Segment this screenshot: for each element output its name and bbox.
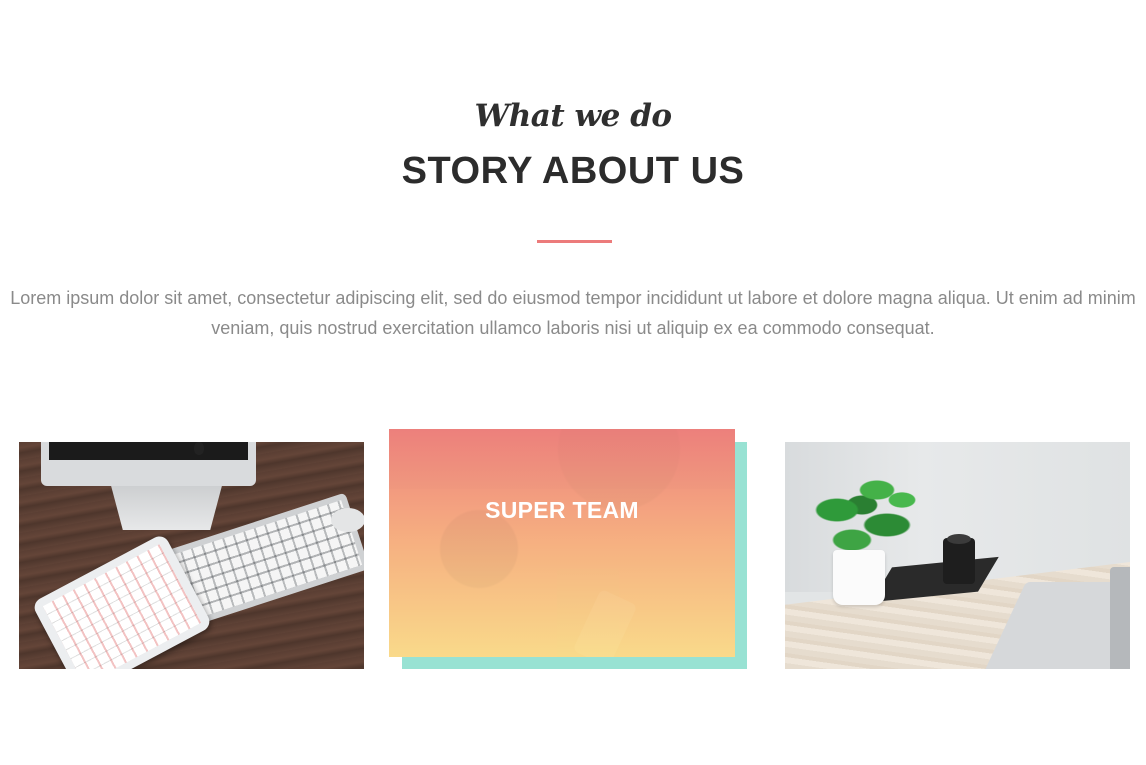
camera-image: [943, 534, 975, 584]
section-subtitle: What we do: [474, 98, 672, 134]
plant-leaves-image: [807, 470, 917, 560]
apple-logo: [194, 442, 204, 455]
plant-pot-image: [833, 550, 885, 605]
gradient-overlay: [389, 429, 735, 657]
monitor-image: [41, 442, 256, 486]
mouse-image: [331, 508, 364, 532]
title-divider: [537, 240, 612, 243]
super-team-title: SUPER TEAM: [485, 497, 639, 523]
about-section: What we do STORY ABOUT US Lorem ipsum do…: [0, 0, 1146, 765]
section-title: STORY ABOUT US: [401, 150, 745, 192]
super-team-card[interactable]: SUPER TEAM: [389, 429, 735, 657]
desk-computer-image[interactable]: [19, 442, 364, 669]
section-description: Lorem ipsum dolor sit amet, consectetur …: [10, 288, 1136, 338]
plant-camera-image[interactable]: [785, 442, 1130, 669]
